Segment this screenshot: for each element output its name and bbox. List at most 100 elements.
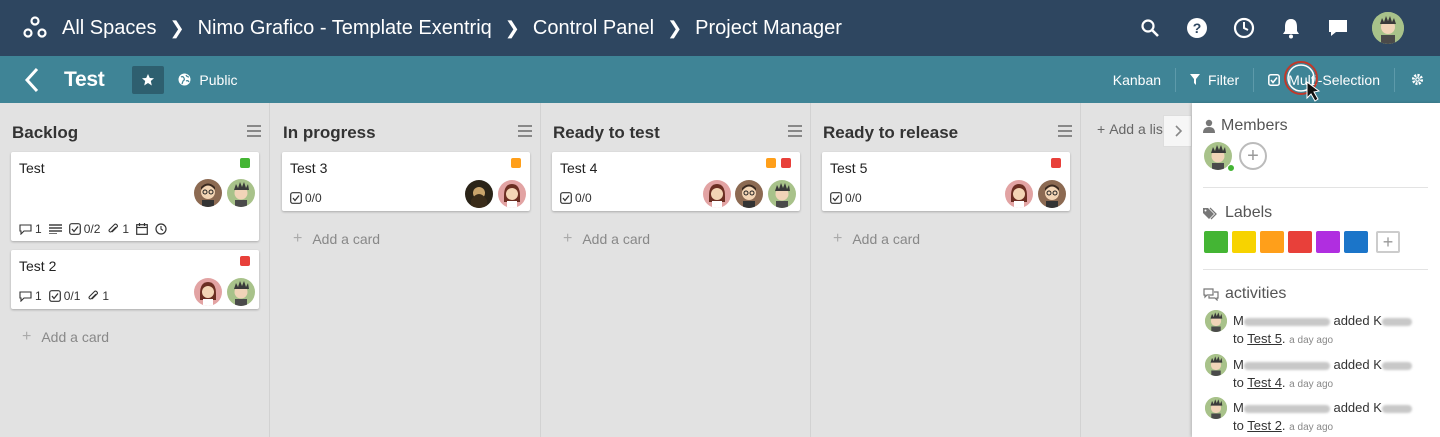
activity-suffix: . [1281, 375, 1286, 390]
list-ready-to-release: Ready to release Test 5 0/0 + Add a card [811, 103, 1081, 437]
checklist-count: 0/1 [63, 289, 81, 303]
attachments-badge: 1 [87, 289, 109, 303]
label-swatch-orange[interactable] [1260, 231, 1284, 253]
card-test-5[interactable]: Test 5 0/0 [822, 152, 1070, 211]
label-swatch-yellow[interactable] [1232, 231, 1256, 253]
visibility-toggle[interactable]: Public [178, 72, 238, 88]
card-test[interactable]: Test 1 0/2 1 [11, 152, 259, 241]
card-test-2[interactable]: Test 2 1 0/1 1 [11, 250, 259, 309]
cursor-click-indicator-icon [1284, 60, 1321, 102]
filter-button[interactable]: Filter [1176, 68, 1253, 92]
activity-suffix: . [1281, 418, 1286, 433]
breadcrumb: All Spaces ❯ Nimo Grafico - Template Exe… [62, 17, 842, 40]
add-card-button[interactable]: + Add a card [833, 230, 920, 248]
add-member-button[interactable]: + [1239, 142, 1267, 170]
globe-icon [178, 73, 191, 86]
add-label-button[interactable]: + [1376, 231, 1400, 253]
breadcrumb-control-panel[interactable]: Control Panel [533, 17, 654, 40]
avatar[interactable] [194, 278, 222, 306]
add-card-label: Add a card [41, 329, 110, 345]
avatar[interactable] [498, 180, 526, 208]
redacted-name [1381, 361, 1412, 370]
avatar[interactable] [227, 179, 255, 207]
card-title: Test 4 [560, 160, 598, 176]
breadcrumb-space[interactable]: Nimo Grafico - Template Exentriq [198, 17, 492, 40]
checklist-badge: 0/2 [68, 222, 100, 236]
list-menu-icon[interactable] [518, 125, 532, 137]
list-menu-icon[interactable] [788, 125, 802, 137]
avatar[interactable] [227, 278, 255, 306]
avatar[interactable] [768, 180, 796, 208]
avatar[interactable] [735, 180, 763, 208]
attachments-count: 1 [102, 289, 110, 303]
label-swatch-purple[interactable] [1316, 231, 1340, 253]
help-icon[interactable]: ? [1184, 10, 1210, 46]
checklist-count: 0/0 [845, 191, 862, 205]
plus-icon: + [833, 230, 843, 247]
checklist-icon [48, 290, 61, 302]
checklist-badge: 0/1 [48, 289, 81, 303]
comments-badge: 1 [19, 222, 42, 236]
list-title: Ready to test [553, 123, 660, 142]
activities-title: activities [1225, 285, 1287, 302]
back-arrow-icon[interactable] [22, 66, 42, 94]
activity-suffix: . [1281, 331, 1286, 346]
card-badges: 1 0/2 1 [19, 222, 167, 236]
checklist-badge: 0/0 [830, 191, 862, 205]
list-menu-icon[interactable] [1058, 125, 1072, 137]
labels-heading: Labels [1203, 204, 1272, 222]
add-card-button[interactable]: + Add a card [563, 230, 650, 248]
avatar[interactable] [1038, 180, 1066, 208]
filter-icon [1190, 74, 1201, 85]
activity-object: K [1373, 357, 1382, 372]
card-title: Test 3 [290, 160, 328, 176]
card-badges: 0/0 [560, 191, 592, 205]
avatar[interactable] [703, 180, 731, 208]
avatar[interactable] [1005, 180, 1033, 208]
star-button[interactable] [132, 65, 165, 94]
card-test-4[interactable]: Test 4 0/0 [552, 152, 800, 211]
avatar [1205, 354, 1227, 376]
top-navigation-bar: All Spaces ❯ Nimo Grafico - Template Exe… [0, 0, 1440, 56]
activity-prep: to [1233, 418, 1244, 433]
add-card-button[interactable]: + Add a card [22, 328, 109, 346]
kanban-label: Kanban [1112, 71, 1162, 88]
activities-heading: activities [1203, 285, 1286, 303]
add-card-button[interactable]: + Add a card [293, 230, 380, 248]
checklist-count: 0/0 [575, 191, 592, 205]
activity-card-link[interactable]: Test 4 [1247, 375, 1282, 390]
breadcrumb-project-manager[interactable]: Project Manager [695, 17, 842, 40]
multi-selection-button[interactable]: Multi-Selection [1254, 60, 1394, 102]
label-swatch-red[interactable] [1288, 231, 1312, 253]
activity-card-link[interactable]: Test 5 [1247, 331, 1282, 346]
activity-prep: to [1233, 375, 1244, 390]
settings-button[interactable] [1395, 68, 1440, 92]
list-menu-icon[interactable] [247, 125, 261, 137]
clock-icon[interactable] [1231, 10, 1257, 46]
activity-card-link[interactable]: Test 2 [1247, 418, 1282, 433]
user-avatar[interactable] [1372, 12, 1404, 44]
avatar[interactable] [465, 180, 493, 208]
top-actions: ? [1137, 10, 1404, 46]
checkbox-icon [1268, 73, 1281, 86]
chat-icon[interactable] [1325, 10, 1351, 46]
add-card-label: Add a card [582, 231, 651, 247]
breadcrumb-all-spaces[interactable]: All Spaces [62, 17, 157, 40]
add-list-button[interactable]: + Add a lis [1097, 121, 1163, 137]
filter-label: Filter [1208, 71, 1240, 88]
activity-verb: added [1333, 400, 1370, 415]
card-test-3[interactable]: Test 3 0/0 [282, 152, 530, 211]
bell-icon[interactable] [1278, 10, 1304, 46]
label-swatch-green[interactable] [1204, 231, 1228, 253]
spaces-logo-icon[interactable] [20, 13, 50, 43]
sidebar-toggle-button[interactable] [1163, 115, 1192, 147]
divider [1203, 269, 1428, 270]
label-swatch-blue[interactable] [1344, 231, 1368, 253]
label-tag-green [240, 158, 250, 168]
plus-icon: + [22, 328, 32, 345]
kanban-view-button[interactable]: Kanban [1099, 68, 1175, 92]
avatar[interactable] [194, 179, 222, 207]
plus-icon: + [1247, 145, 1259, 167]
search-icon[interactable] [1137, 10, 1163, 46]
activity-object: K [1373, 400, 1382, 415]
